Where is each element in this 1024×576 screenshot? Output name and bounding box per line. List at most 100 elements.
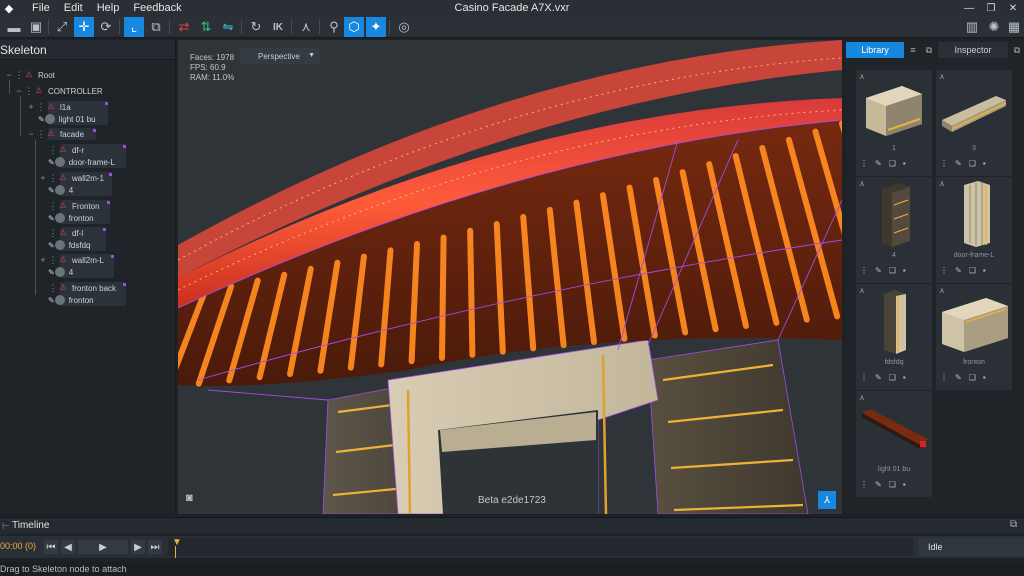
tree-node-attachment[interactable]: ✎ fronton bbox=[48, 212, 94, 224]
chart-icon[interactable]: ▥ bbox=[962, 17, 982, 37]
collapse-icon[interactable]: − bbox=[4, 70, 14, 80]
bones-icon[interactable]: ⋏ bbox=[296, 17, 316, 37]
menu-help[interactable]: Help bbox=[97, 2, 120, 14]
delete-icon[interactable]: ▪ bbox=[983, 266, 986, 275]
tree-node-facade[interactable]: − ⋮ ⚠ facade bbox=[26, 128, 84, 140]
tree-node-l1a[interactable]: + ⋮ ⚠ l1a bbox=[26, 101, 70, 113]
library-item[interactable]: ⋏ door-frame-L ⋮ ✎ ❏ ▪ bbox=[936, 177, 1012, 283]
open-folder-icon[interactable]: ▬ bbox=[4, 17, 24, 37]
swap-green-icon[interactable]: ⇅ bbox=[196, 17, 216, 37]
duplicate-icon[interactable]: ❏ bbox=[969, 373, 976, 382]
drag-handle-icon[interactable]: ⋮ bbox=[14, 70, 24, 81]
tree-node-attachment[interactable]: ✎ 4 bbox=[48, 266, 73, 278]
delete-icon[interactable]: ▪ bbox=[983, 159, 986, 168]
tree-node-df-r[interactable]: ⋮ ⚠ df-r bbox=[38, 144, 85, 156]
edit-icon[interactable]: ✎ bbox=[48, 296, 55, 305]
tree-node-controller[interactable]: − ⋮ ⚠ CONTROLLER bbox=[14, 85, 102, 97]
tab-library[interactable]: Library bbox=[846, 42, 904, 58]
drag-handle-icon[interactable]: ⋮ bbox=[48, 201, 58, 212]
collapse-icon[interactable]: − bbox=[14, 86, 24, 96]
collapse-icon[interactable]: − bbox=[26, 129, 36, 139]
edit-icon[interactable]: ✎ bbox=[48, 186, 55, 195]
cube-icon[interactable]: ⬡ bbox=[344, 17, 364, 37]
detach-icon[interactable]: ⧉ bbox=[922, 42, 936, 58]
more-icon[interactable]: ⋮ bbox=[860, 159, 868, 168]
edit-icon[interactable]: ✎ bbox=[48, 241, 55, 250]
edit-icon[interactable]: ✎ bbox=[48, 214, 55, 223]
sparkle-icon[interactable]: ✦ bbox=[366, 17, 386, 37]
drag-handle-icon[interactable]: ⋮ bbox=[48, 228, 58, 239]
detach-icon[interactable]: ⧉ bbox=[1010, 519, 1017, 530]
tree-node-fronton-back[interactable]: ⋮ ⚠ fronton back bbox=[38, 282, 117, 294]
more-icon[interactable]: ⋮ bbox=[940, 373, 948, 382]
duplicate-icon[interactable]: ❏ bbox=[969, 266, 976, 275]
tree-node-df-l[interactable]: ⋮ ⚠ df-l bbox=[38, 227, 84, 239]
projection-dropdown[interactable]: Perspective ▼ bbox=[240, 48, 320, 64]
ik-icon[interactable]: IK bbox=[268, 17, 288, 37]
pivot-tool-icon[interactable]: ⌞ bbox=[124, 17, 144, 37]
tree-node-attachment[interactable]: ✎ fdsfdq bbox=[48, 239, 91, 251]
edit-icon[interactable]: ✎ bbox=[875, 480, 882, 489]
delete-icon[interactable]: ▪ bbox=[903, 159, 906, 168]
cycle-icon[interactable]: ↻ bbox=[246, 17, 266, 37]
tree-node-wall2m-l[interactable]: + ⋮ ⚠ wall2m-L bbox=[38, 254, 104, 266]
more-icon[interactable]: ⋮ bbox=[860, 373, 868, 382]
swap-red-icon[interactable]: ⇄ bbox=[174, 17, 194, 37]
skip-end-icon[interactable]: ⏭ bbox=[148, 540, 162, 554]
tree-node-attachment[interactable]: ✎ 4 bbox=[48, 184, 73, 196]
more-icon[interactable]: ⋮ bbox=[940, 266, 948, 275]
axis-gizmo-icon[interactable]: ⅄ bbox=[818, 491, 836, 509]
drag-handle-icon[interactable]: ⋮ bbox=[48, 255, 58, 266]
minimize-icon[interactable]: — bbox=[958, 0, 980, 16]
light-icon[interactable]: ✺ bbox=[984, 17, 1004, 37]
duplicate-icon[interactable]: ❏ bbox=[889, 266, 896, 275]
play-button[interactable]: ▶ bbox=[78, 540, 128, 554]
close-icon[interactable]: ✕ bbox=[1002, 0, 1024, 16]
edit-icon[interactable]: ✎ bbox=[955, 266, 962, 275]
detach-icon[interactable]: ⧉ bbox=[1010, 42, 1024, 58]
delete-icon[interactable]: ▪ bbox=[903, 480, 906, 489]
edit-icon[interactable]: ✎ bbox=[875, 373, 882, 382]
duplicate-icon[interactable]: ❏ bbox=[889, 159, 896, 168]
library-item[interactable]: ⋏ light 01 bu ⋮ ✎ ❏ ▪ bbox=[856, 391, 932, 497]
skip-start-icon[interactable]: ⏮ bbox=[44, 540, 58, 554]
duplicate-icon[interactable]: ❏ bbox=[969, 159, 976, 168]
expand-icon[interactable]: ⤢ bbox=[52, 17, 72, 37]
library-item[interactable]: ⋏ 4 ⋮ ✎ ❏ ▪ bbox=[856, 177, 932, 283]
step-back-icon[interactable]: ◀ bbox=[61, 540, 75, 554]
edit-icon[interactable]: ✎ bbox=[875, 266, 882, 275]
tree-node-attachment[interactable]: ✎ door-frame-L bbox=[48, 156, 115, 168]
tree-node-fronton[interactable]: ⋮ ⚠ Fronton bbox=[38, 200, 100, 212]
edit-icon[interactable]: ✎ bbox=[38, 115, 45, 124]
swap-blue-icon[interactable]: ⇋ bbox=[218, 17, 238, 37]
delete-icon[interactable]: ▪ bbox=[903, 373, 906, 382]
save-icon[interactable]: ▣ bbox=[26, 17, 46, 37]
delete-icon[interactable]: ▪ bbox=[903, 266, 906, 275]
snap-tool-icon[interactable]: ⧉ bbox=[146, 17, 166, 37]
more-icon[interactable]: ⋮ bbox=[860, 266, 868, 275]
duplicate-icon[interactable]: ❏ bbox=[889, 373, 896, 382]
drag-handle-icon[interactable]: ⋮ bbox=[48, 173, 58, 184]
menu-edit[interactable]: Edit bbox=[64, 2, 83, 14]
tab-inspector[interactable]: Inspector bbox=[938, 42, 1008, 58]
drag-handle-icon[interactable]: ⋮ bbox=[48, 145, 58, 156]
hierarchy-icon[interactable]: ⚲ bbox=[324, 17, 344, 37]
library-item[interactable]: ⋏ fdsfdq ⋮ ✎ ❏ ▪ bbox=[856, 284, 932, 390]
grid-icon[interactable]: ▦ bbox=[1004, 17, 1024, 37]
library-item[interactable]: ⋏ 3 ⋮ ✎ ❏ ▪ bbox=[936, 70, 1012, 176]
drag-handle-icon[interactable]: ⋮ bbox=[24, 86, 34, 97]
tree-node-root[interactable]: − ⋮ ⚠ Root bbox=[4, 69, 55, 81]
drag-handle-icon[interactable]: ⋮ bbox=[48, 283, 58, 294]
timeline-track[interactable] bbox=[168, 538, 913, 556]
target-icon[interactable]: ◎ bbox=[394, 17, 414, 37]
more-icon[interactable]: ⋮ bbox=[860, 480, 868, 489]
tree-node-attachment[interactable]: ✎ fronton bbox=[48, 294, 94, 306]
step-forward-icon[interactable]: ▶ bbox=[131, 540, 145, 554]
library-item[interactable]: ⋏ fronton ⋮ ✎ ❏ ▪ bbox=[936, 284, 1012, 390]
duplicate-icon[interactable]: ❏ bbox=[889, 480, 896, 489]
expand-icon[interactable]: + bbox=[26, 102, 36, 112]
playhead-icon[interactable]: ▼ bbox=[172, 537, 182, 548]
edit-icon[interactable]: ✎ bbox=[875, 159, 882, 168]
edit-icon[interactable]: ✎ bbox=[48, 268, 55, 277]
edit-icon[interactable]: ✎ bbox=[955, 373, 962, 382]
